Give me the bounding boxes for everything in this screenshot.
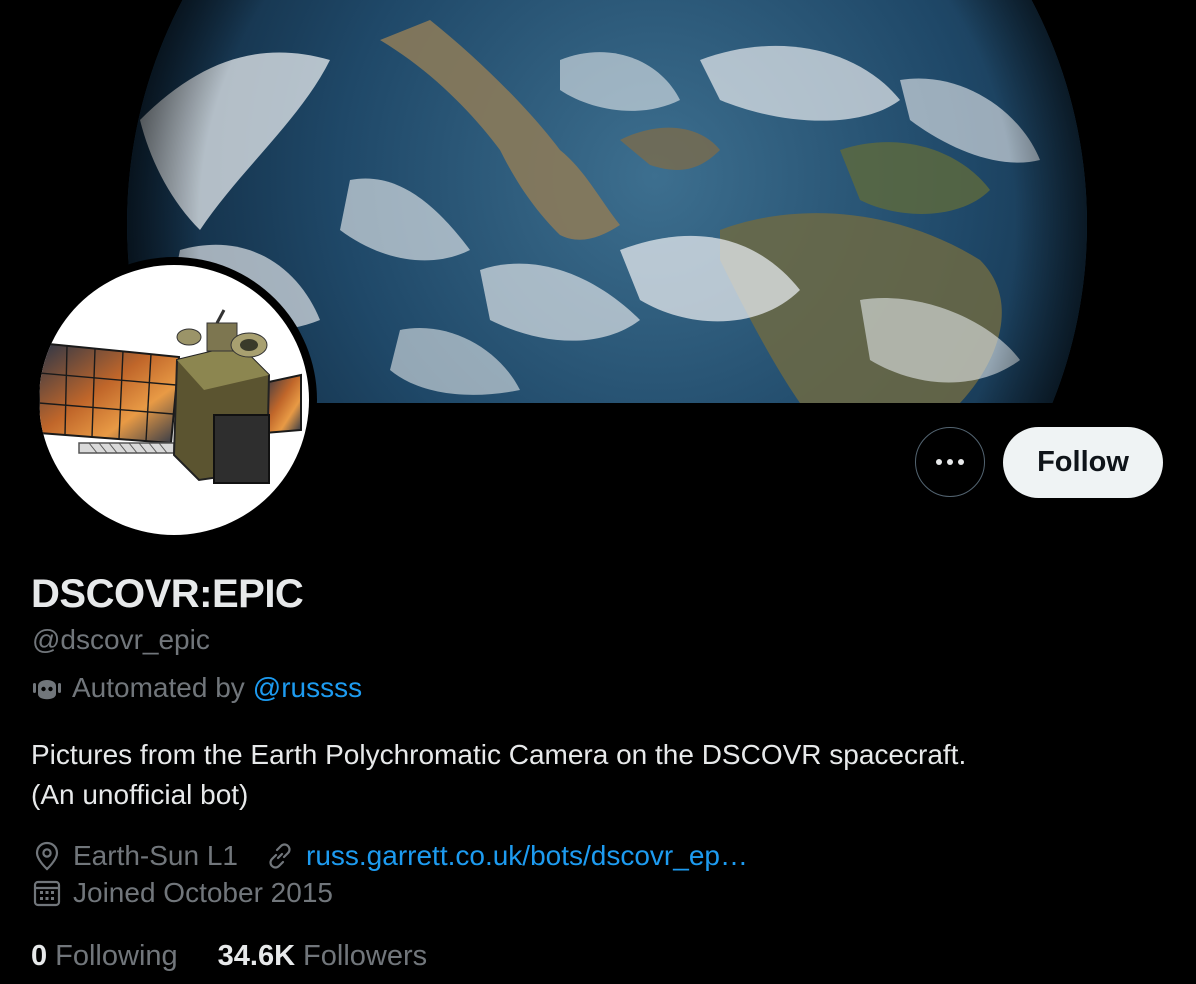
profile-joined-date: Joined October 2015 [73, 877, 333, 908]
profile-handle: @dscovr_epic [32, 624, 210, 655]
following-count: 0 [31, 940, 48, 972]
profile-name: DSCOVR:EPIC [31, 572, 304, 616]
following-stat[interactable]: 0 Following [31, 940, 178, 973]
followers-stat[interactable]: 34.6K Followers [218, 940, 427, 973]
more-options-button[interactable] [915, 427, 985, 497]
profile-location: Earth-Sun L1 [73, 840, 238, 871]
avatar-image [39, 265, 309, 535]
location-pin-icon [35, 841, 59, 871]
link-icon [269, 843, 291, 869]
following-label: Following [55, 940, 178, 972]
calendar-icon [33, 880, 61, 907]
followers-label: Followers [303, 940, 428, 972]
bio-line: (An unofficial bot) [31, 779, 249, 810]
robot-icon [31, 672, 63, 704]
automated-prefix: Automated by [72, 672, 245, 703]
followers-count: 34.6K [217, 940, 296, 972]
automated-label: Automated by @russss [31, 672, 362, 704]
bio-line: Pictures from the Earth Polychromatic Ca… [31, 739, 967, 770]
profile-avatar[interactable] [31, 257, 317, 543]
profile-website-link[interactable]: russ.garrett.co.uk/bots/dscovr_ep… [306, 840, 748, 872]
profile-meta-row: Joined October 2015 [31, 877, 333, 909]
follow-button[interactable]: Follow [1003, 427, 1163, 498]
profile-meta-row: Earth-Sun L1 russ.garrett.co.uk/bots/dsc… [31, 840, 748, 872]
more-icon [934, 459, 967, 465]
profile-stats: 0 Following 34.6K Followers [31, 940, 467, 973]
automated-by-link[interactable]: @russss [253, 672, 362, 704]
satellite-image [39, 309, 302, 484]
profile-bio: Pictures from the Earth Polychromatic Ca… [31, 735, 1131, 815]
